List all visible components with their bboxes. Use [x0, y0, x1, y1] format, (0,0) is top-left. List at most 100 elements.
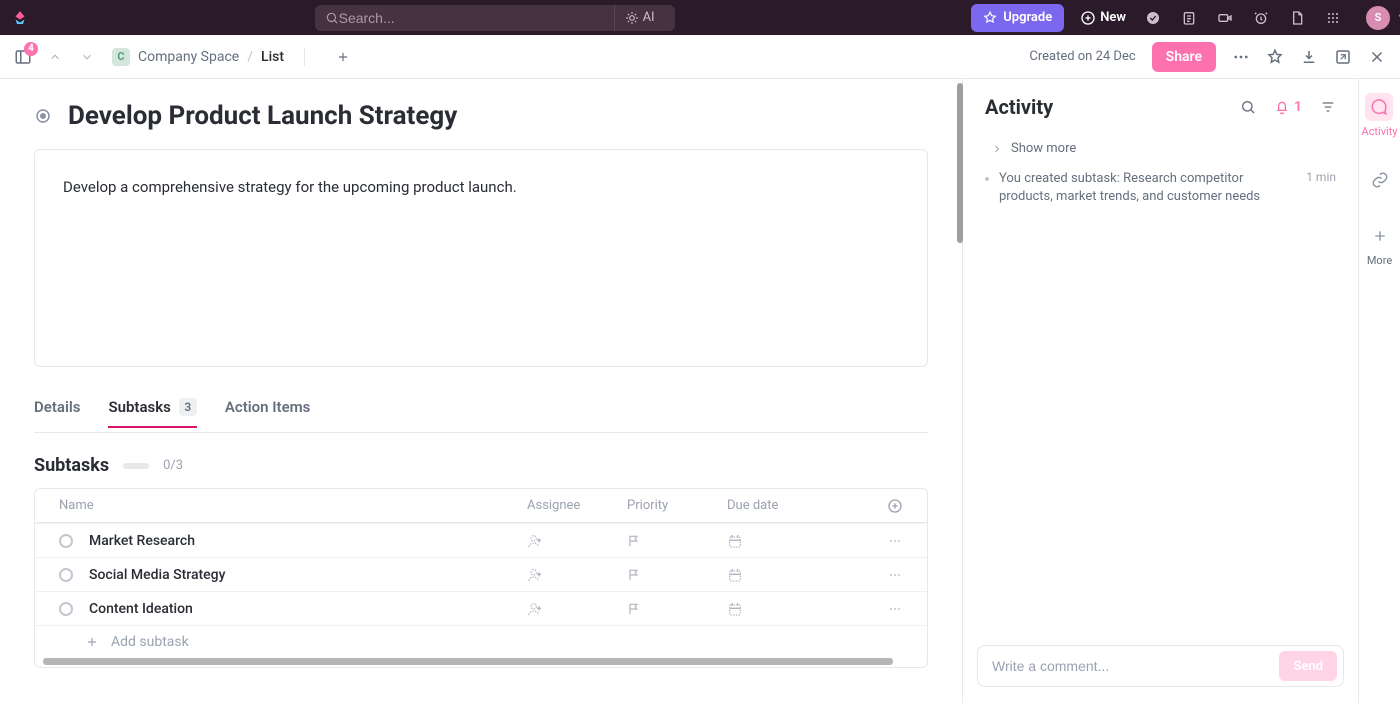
col-assignee: Assignee [527, 498, 627, 513]
subtask-name: Social Media Strategy [89, 567, 225, 583]
tab-details[interactable]: Details [34, 398, 80, 428]
comment-box[interactable]: Send [977, 645, 1344, 687]
assignee-icon[interactable] [527, 567, 627, 583]
tab-details-label: Details [34, 398, 80, 416]
comment-input[interactable] [992, 658, 1279, 674]
external-link-icon[interactable] [304, 48, 322, 66]
panel-scrollbar[interactable] [957, 83, 963, 243]
search-input[interactable] [339, 10, 602, 26]
filter-icon[interactable] [1320, 99, 1336, 115]
due-date-icon[interactable] [727, 533, 887, 549]
main-area: Develop Product Launch Strategy Develop … [0, 79, 1400, 703]
subtasks-count-badge: 3 [179, 398, 197, 416]
task-title[interactable]: Develop Product Launch Strategy [68, 101, 457, 131]
breadcrumb-separator: / [247, 49, 253, 65]
subtask-name: Content Ideation [89, 601, 193, 617]
task-description[interactable]: Develop a comprehensive strategy for the… [34, 149, 928, 367]
share-button[interactable]: Share [1152, 42, 1216, 72]
check-circle-icon[interactable] [1144, 9, 1162, 27]
priority-flag-icon[interactable] [627, 568, 727, 582]
rail-link[interactable] [1366, 166, 1394, 194]
tab-subtasks-label: Subtasks [108, 398, 170, 416]
subtasks-heading: Subtasks [34, 455, 109, 476]
chevron-up-icon[interactable] [46, 48, 64, 66]
share-label: Share [1166, 49, 1202, 65]
tab-subtasks[interactable]: Subtasks 3 [108, 398, 196, 428]
assignee-icon[interactable] [527, 533, 627, 549]
subtasks-header: Subtasks 0/3 [34, 455, 928, 476]
rail-more-label: More [1367, 254, 1392, 267]
task-toolbar: 4 C Company Space / List Created on 24 D… [0, 35, 1400, 79]
task-tabs: Details Subtasks 3 Action Items [34, 393, 928, 433]
created-on-label: Created on 24 Dec [1029, 49, 1135, 64]
due-date-icon[interactable] [727, 567, 887, 583]
horizontal-scrollbar[interactable] [43, 658, 893, 665]
download-icon[interactable] [1300, 48, 1318, 66]
table-row[interactable]: Content Ideation [35, 591, 927, 625]
row-more-icon[interactable] [887, 567, 927, 583]
topbar-icons: S▾ [1144, 6, 1390, 30]
activity-body: Show more You created subtask: Research … [963, 131, 1358, 635]
status-circle-icon[interactable] [59, 534, 73, 548]
subtasks-header-row: Name Assignee Priority Due date [35, 489, 927, 523]
new-button[interactable]: New [1080, 10, 1126, 26]
description-text: Develop a comprehensive strategy for the… [63, 178, 517, 196]
alarm-icon[interactable] [1252, 9, 1270, 27]
show-more-button[interactable]: Show more [985, 135, 1336, 166]
task-content: Develop Product Launch Strategy Develop … [0, 79, 962, 703]
show-more-label: Show more [1011, 141, 1076, 156]
chevron-down-icon[interactable] [78, 48, 96, 66]
assignee-icon[interactable] [527, 601, 627, 617]
rail-activity-label: Activity [1361, 125, 1397, 138]
col-priority: Priority [627, 498, 727, 513]
upgrade-button[interactable]: Upgrade [971, 4, 1064, 32]
add-column-icon[interactable] [887, 498, 927, 514]
status-circle-icon[interactable] [59, 602, 73, 616]
notepad-icon[interactable] [1180, 9, 1198, 27]
notif-count: 1 [1294, 99, 1302, 115]
doc-icon[interactable] [1288, 9, 1306, 27]
add-subtask-label: Add subtask [111, 634, 189, 650]
priority-flag-icon[interactable] [627, 534, 727, 548]
star-icon[interactable] [1266, 48, 1284, 66]
inbox-badge: 4 [24, 42, 38, 56]
notification-bell[interactable]: 1 [1274, 99, 1302, 115]
user-avatar[interactable]: S▾ [1366, 6, 1390, 30]
rail-activity[interactable]: Activity [1361, 93, 1397, 138]
right-rail: Activity More [1358, 79, 1400, 703]
video-icon[interactable] [1216, 9, 1234, 27]
due-date-icon[interactable] [727, 601, 887, 617]
topbar: AI Upgrade New S▾ [0, 0, 1400, 35]
close-icon[interactable] [1368, 48, 1386, 66]
space-badge[interactable]: C [112, 48, 130, 66]
activity-search-icon[interactable] [1240, 99, 1256, 115]
table-row[interactable]: Social Media Strategy [35, 557, 927, 591]
status-circle-icon[interactable] [59, 568, 73, 582]
ai-button[interactable]: AI [614, 5, 665, 31]
tab-action-items-label: Action Items [225, 398, 311, 416]
tab-action-items[interactable]: Action Items [225, 398, 311, 428]
activity-text: You created subtask: Research competitor… [999, 170, 1296, 206]
activity-panel: Activity 1 Show more You created subtask… [962, 79, 1358, 703]
col-due: Due date [727, 498, 887, 513]
app-logo-icon[interactable] [10, 8, 30, 28]
subtasks-progress-bar [123, 463, 149, 469]
activity-item: You created subtask: Research competitor… [985, 166, 1336, 210]
apps-icon[interactable] [1324, 9, 1342, 27]
row-more-icon[interactable] [887, 601, 927, 617]
subtask-name: Market Research [89, 533, 195, 549]
bullet-icon [985, 177, 989, 181]
breadcrumb-list[interactable]: List [261, 49, 284, 65]
status-icon[interactable] [34, 107, 52, 125]
priority-flag-icon[interactable] [627, 602, 727, 616]
rail-more[interactable]: More [1366, 222, 1394, 267]
global-search[interactable]: AI [315, 5, 675, 31]
expand-icon[interactable] [1334, 48, 1352, 66]
more-dots-icon[interactable] [1232, 48, 1250, 66]
table-row[interactable]: Market Research [35, 523, 927, 557]
plus-icon[interactable] [334, 48, 352, 66]
row-more-icon[interactable] [887, 533, 927, 549]
breadcrumb-space[interactable]: Company Space [138, 49, 239, 65]
add-subtask-button[interactable]: Add subtask [35, 625, 927, 658]
send-button[interactable]: Send [1279, 651, 1337, 681]
